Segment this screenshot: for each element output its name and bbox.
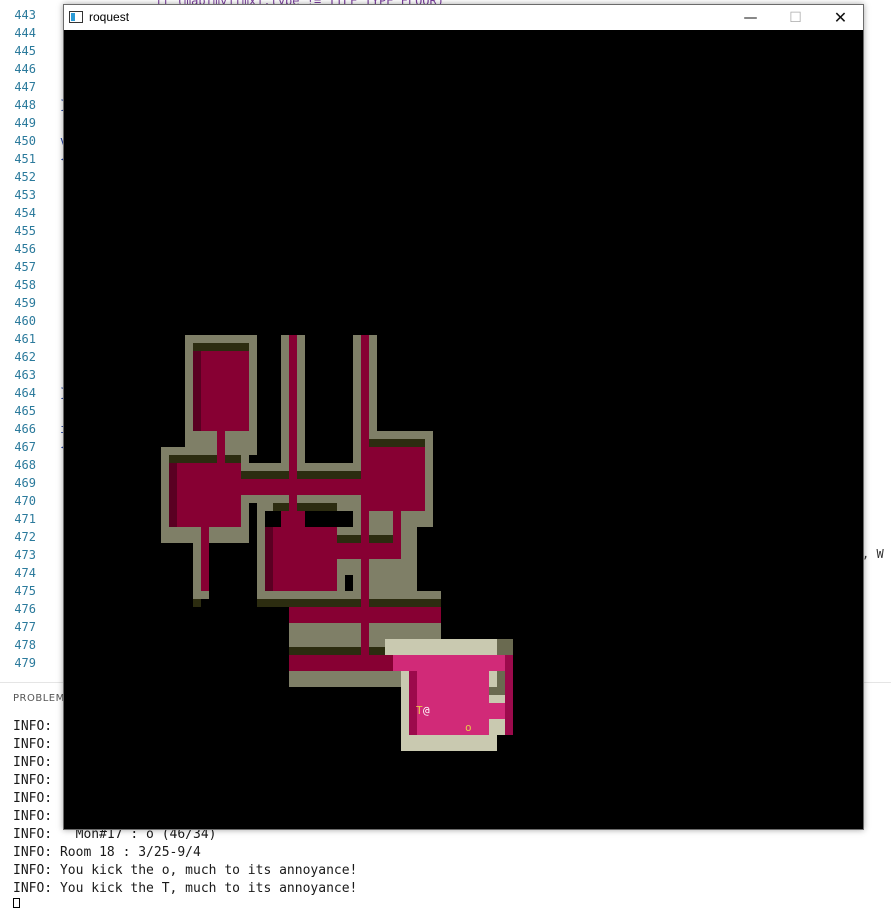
line-number: 454 <box>14 206 36 220</box>
player-character: @ <box>423 704 430 717</box>
wall-shadow <box>257 599 441 607</box>
lit-wall-tile <box>489 695 505 703</box>
line-number: 472 <box>14 530 36 544</box>
line-number: 475 <box>14 584 36 598</box>
wall-shadow <box>241 471 369 479</box>
line-number: 465 <box>14 404 36 418</box>
wall-shadow <box>273 503 337 511</box>
wall-shadow <box>369 439 425 447</box>
line-number: 453 <box>14 188 36 202</box>
log-line: INFO: Room 18 : 3/25-9/4 <box>13 845 201 860</box>
line-number: 463 <box>14 368 36 382</box>
lit-wall-tile <box>497 639 513 655</box>
lit-floor-tile <box>417 671 489 735</box>
wall-shadow <box>193 599 201 607</box>
floor-tile <box>273 527 337 591</box>
line-number: 471 <box>14 512 36 526</box>
line-number: 461 <box>14 332 36 346</box>
line-number: 474 <box>14 566 36 580</box>
line-number: 467 <box>14 440 36 454</box>
line-number: 448 <box>14 98 36 112</box>
line-number: 449 <box>14 116 36 130</box>
line-number: 450 <box>14 134 36 148</box>
lit-wall-tile <box>385 639 513 655</box>
lit-wall-tile <box>489 719 505 735</box>
wall-shadow <box>169 455 241 463</box>
void-tile <box>305 511 353 527</box>
line-number: 452 <box>14 170 36 184</box>
line-number: 444 <box>14 26 36 40</box>
corridor-tile <box>289 495 297 511</box>
code-fragment-right: , W <box>862 547 884 561</box>
line-number: 446 <box>14 62 36 76</box>
lit-wall-shadow <box>497 671 505 687</box>
line-number: 447 <box>14 80 36 94</box>
dungeon-map: T @ o <box>161 335 513 751</box>
line-number: 459 <box>14 296 36 310</box>
minimize-button[interactable]: — <box>728 5 773 30</box>
lit-wall-tile <box>401 735 497 751</box>
lit-floor-tile <box>393 655 505 671</box>
window-title: roquest <box>89 10 130 24</box>
corridor-tile <box>241 479 369 495</box>
void-tile <box>265 511 281 527</box>
line-number: 443 <box>14 8 36 22</box>
line-number: 470 <box>14 494 36 508</box>
app-icon <box>69 11 83 23</box>
line-number: 476 <box>14 602 36 616</box>
line-number: 478 <box>14 638 36 652</box>
line-number: 460 <box>14 314 36 328</box>
corridor-tile <box>361 495 369 655</box>
monster-orc: o <box>465 721 472 734</box>
line-number: 462 <box>14 350 36 364</box>
line-number: 477 <box>14 620 36 634</box>
lit-wall-shadow <box>489 687 505 695</box>
line-number: 445 <box>14 44 36 58</box>
line-number: 451 <box>14 152 36 166</box>
wall-shadow <box>289 647 393 655</box>
wall-shadow <box>193 343 249 351</box>
corridor-tile <box>393 511 401 543</box>
window-titlebar[interactable]: roquest — ☐ ✕ <box>64 5 863 30</box>
line-number: 455 <box>14 224 36 238</box>
corridor-tile <box>289 607 441 623</box>
game-canvas[interactable]: T @ o <box>64 30 863 829</box>
maximize-button[interactable]: ☐ <box>773 5 818 30</box>
line-number: 466 <box>14 422 36 436</box>
lit-floor-edge <box>409 671 417 735</box>
floor-edge <box>265 527 273 591</box>
floor-tile <box>177 463 241 527</box>
line-number: 457 <box>14 260 36 274</box>
floor-tile <box>369 447 425 511</box>
line-number: 456 <box>14 242 36 256</box>
line-number: 479 <box>14 656 36 670</box>
log-line: INFO: You kick the o, much to its annoya… <box>13 863 358 878</box>
floor-tile <box>201 351 249 431</box>
lit-floor-tile <box>489 703 505 719</box>
log-line: INFO: You kick the T, much to its annoya… <box>13 881 358 896</box>
corridor-tile <box>361 335 369 479</box>
line-number: 469 <box>14 476 36 490</box>
corridor-tile <box>201 527 209 591</box>
corridor-tile <box>217 431 225 463</box>
lit-floor-edge <box>505 655 513 735</box>
line-number: 458 <box>14 278 36 292</box>
floor-edge <box>193 351 201 431</box>
game-window[interactable]: roquest — ☐ ✕ T @ o <box>63 4 864 830</box>
floor-tile <box>281 511 305 527</box>
line-number: 464 <box>14 386 36 400</box>
close-button[interactable]: ✕ <box>818 5 863 30</box>
corridor-tile <box>289 655 393 671</box>
line-number: 473 <box>14 548 36 562</box>
corridor-tile <box>289 335 297 479</box>
floor-edge <box>169 463 177 527</box>
void-tile <box>345 575 353 591</box>
monster-troll: T <box>416 704 423 717</box>
line-number: 468 <box>14 458 36 472</box>
